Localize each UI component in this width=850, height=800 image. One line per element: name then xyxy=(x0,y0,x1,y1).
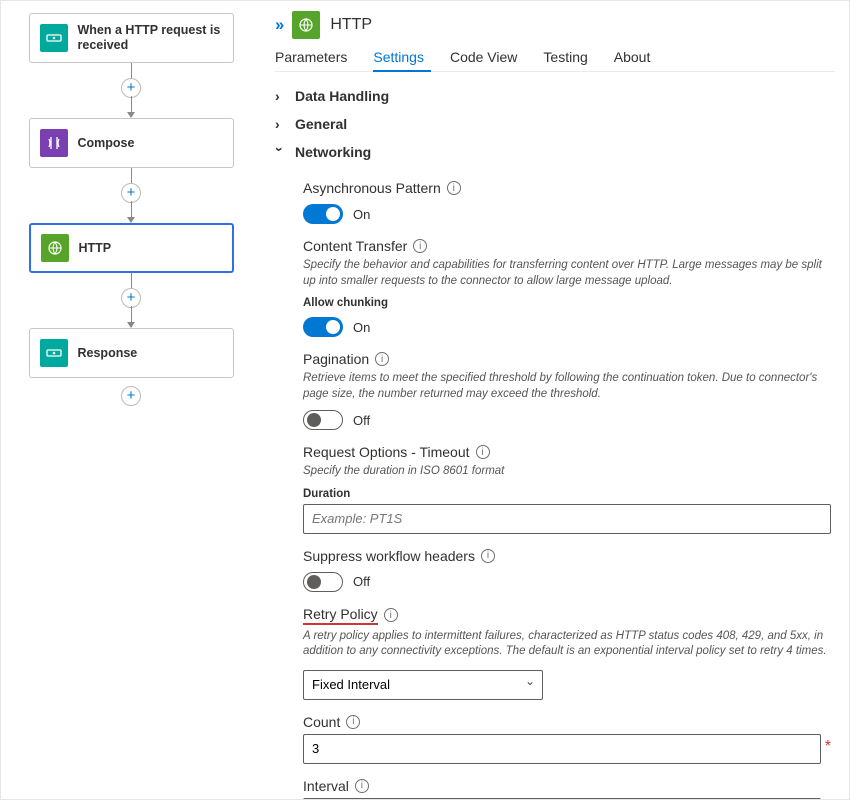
collapse-panel-icon[interactable]: ›› xyxy=(275,15,282,35)
http-request-icon xyxy=(40,24,68,52)
duration-label: Duration xyxy=(303,488,831,500)
allow-chunking-label: Allow chunking xyxy=(303,297,831,309)
retry-policy-desc: A retry policy applies to intermittent f… xyxy=(303,629,831,660)
add-step-button[interactable]: + xyxy=(121,183,141,203)
panel-title: HTTP xyxy=(330,16,372,34)
duration-input[interactable] xyxy=(303,504,831,534)
required-indicator: * xyxy=(825,738,831,756)
retry-count-input[interactable] xyxy=(303,734,821,764)
suppress-headers-toggle[interactable] xyxy=(303,572,343,592)
tab-parameters[interactable]: Parameters xyxy=(275,49,347,65)
settings-panel: ›› HTTP Parameters Settings Code View Te… xyxy=(261,1,849,799)
flow-node-label: HTTP xyxy=(79,241,112,256)
info-icon[interactable]: i xyxy=(447,181,461,195)
section-label: Data Handling xyxy=(295,88,389,104)
content-transfer-desc: Specify the behavior and capabilities fo… xyxy=(303,258,831,289)
flow-node-label: Compose xyxy=(78,136,135,151)
panel-header: ›› HTTP xyxy=(275,9,835,49)
info-icon[interactable]: i xyxy=(476,445,490,459)
pagination-toggle[interactable] xyxy=(303,410,343,430)
content-transfer-label: Content Transfer xyxy=(303,238,407,254)
tab-testing[interactable]: Testing xyxy=(543,49,587,65)
chevron-right-icon: › xyxy=(275,116,285,132)
pagination-label: Pagination xyxy=(303,351,369,367)
pagination-desc: Retrieve items to meet the specified thr… xyxy=(303,371,831,402)
timeout-desc: Specify the duration in ISO 8601 format xyxy=(303,464,831,480)
async-pattern-label: Asynchronous Pattern xyxy=(303,180,441,196)
interval-label: Interval xyxy=(303,778,349,794)
retry-policy-label: Retry Policy xyxy=(303,606,378,625)
async-pattern-toggle[interactable] xyxy=(303,204,343,224)
suppress-headers-label: Suppress workflow headers xyxy=(303,548,475,564)
toggle-state: On xyxy=(353,207,370,222)
timeout-label: Request Options - Timeout xyxy=(303,444,470,460)
tab-codeview[interactable]: Code View xyxy=(450,49,517,65)
tabs: Parameters Settings Code View Testing Ab… xyxy=(275,49,835,72)
info-icon[interactable]: i xyxy=(346,715,360,729)
chevron-right-icon: › xyxy=(275,88,285,104)
tab-about[interactable]: About xyxy=(614,49,651,65)
retry-policy-select[interactable] xyxy=(303,670,543,700)
section-general[interactable]: › General xyxy=(275,110,835,138)
toggle-state: Off xyxy=(353,574,370,589)
http-icon xyxy=(41,234,69,262)
section-label: General xyxy=(295,116,347,132)
flow-column: When a HTTP request is received + Compos… xyxy=(19,13,243,404)
allow-chunking-toggle[interactable] xyxy=(303,317,343,337)
networking-content: Asynchronous Pattern i On Content Transf… xyxy=(275,180,835,799)
section-networking[interactable]: › Networking xyxy=(275,138,835,166)
workflow-canvas: When a HTTP request is received + Compos… xyxy=(1,1,261,799)
response-icon xyxy=(40,339,68,367)
info-icon[interactable]: i xyxy=(355,779,369,793)
section-label: Networking xyxy=(295,144,371,160)
section-data-handling[interactable]: › Data Handling xyxy=(275,82,835,110)
count-label: Count xyxy=(303,714,340,730)
flow-node-response[interactable]: Response xyxy=(29,328,234,378)
flow-node-trigger[interactable]: When a HTTP request is received xyxy=(29,13,234,63)
info-icon[interactable]: i xyxy=(413,239,427,253)
toggle-state: On xyxy=(353,320,370,335)
chevron-down-icon: › xyxy=(272,147,288,157)
flow-node-compose[interactable]: Compose xyxy=(29,118,234,168)
add-step-button[interactable]: + xyxy=(121,78,141,98)
compose-icon xyxy=(40,129,68,157)
info-icon[interactable]: i xyxy=(481,549,495,563)
http-icon xyxy=(292,11,320,39)
toggle-state: Off xyxy=(353,413,370,428)
tab-settings[interactable]: Settings xyxy=(373,49,424,65)
add-step-button[interactable]: + xyxy=(121,288,141,308)
add-step-button[interactable]: + xyxy=(121,386,141,406)
info-icon[interactable]: i xyxy=(384,608,398,622)
info-icon[interactable]: i xyxy=(375,352,389,366)
flow-node-label: Response xyxy=(78,346,138,361)
flow-node-http[interactable]: HTTP xyxy=(29,223,234,273)
flow-node-label: When a HTTP request is received xyxy=(78,23,223,53)
retry-interval-input[interactable] xyxy=(303,798,821,799)
